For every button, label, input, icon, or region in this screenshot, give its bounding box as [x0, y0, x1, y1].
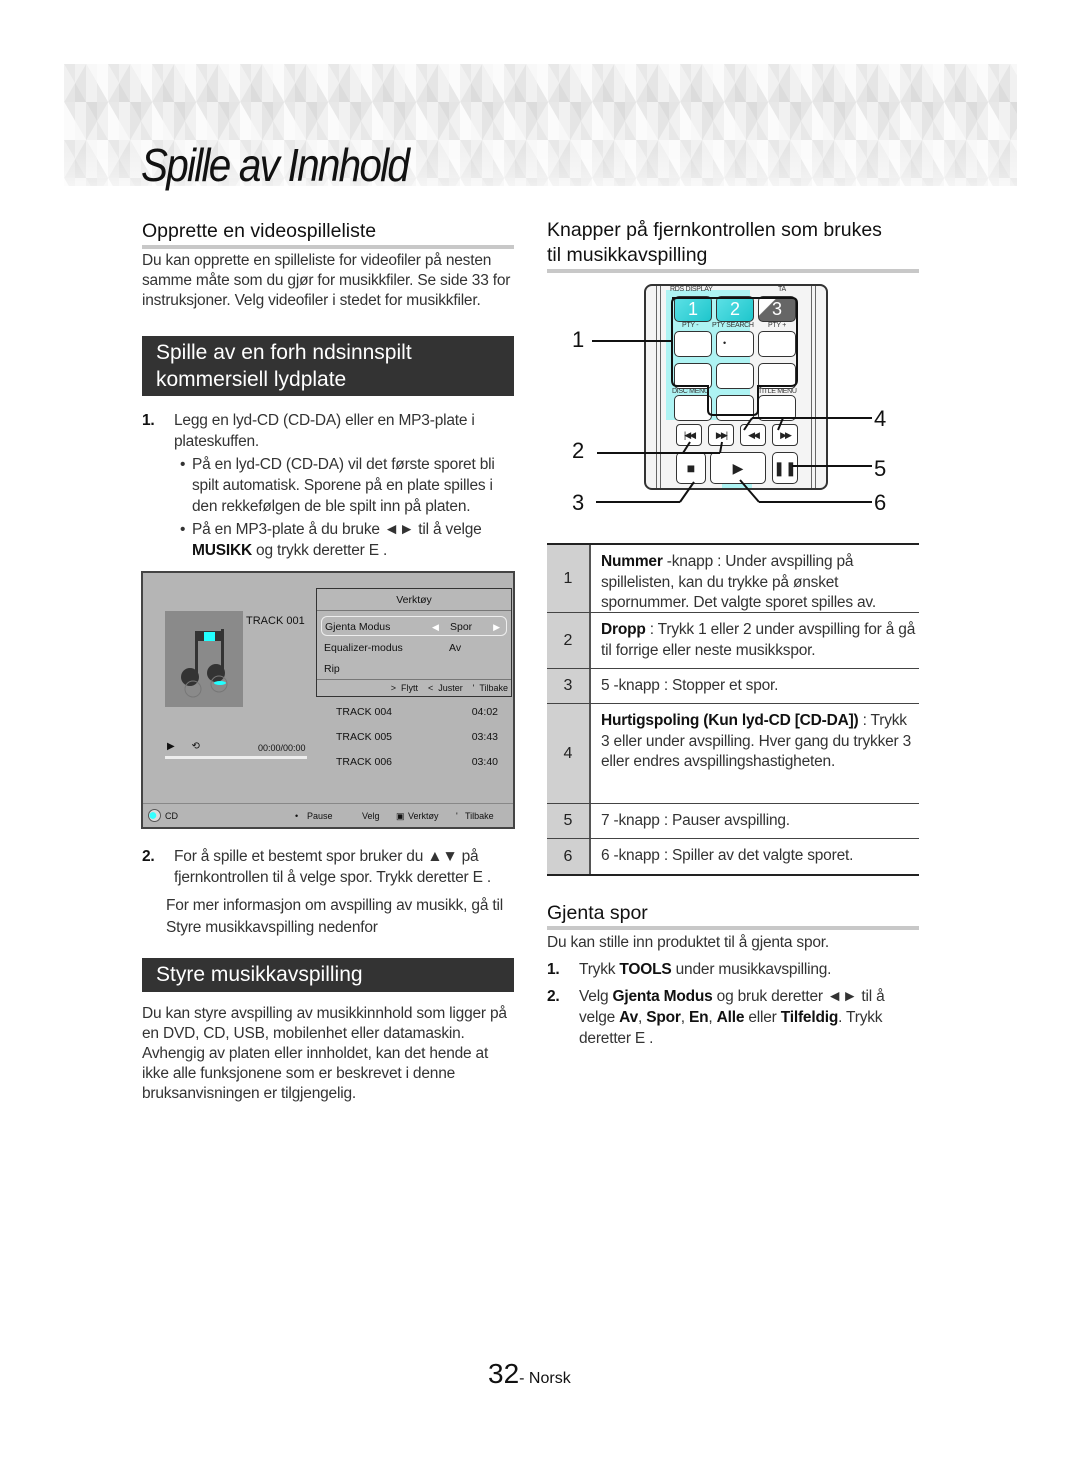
remote-buttons-table: 1 Nummer -knapp : Under avspilling på sp…: [547, 543, 919, 876]
row-text: Hurtigspoling (Kun lyd-CD [CD-DA]) : Try…: [591, 704, 919, 803]
row-text-bold: Dropp: [601, 621, 646, 638]
row-number: 6: [547, 839, 591, 874]
row-number: 2: [547, 613, 591, 668]
callout-line-2: [719, 441, 723, 454]
callout-number-1: 1: [572, 327, 585, 352]
page-language: - Norsk: [519, 1370, 571, 1387]
step-text-bold: En: [688, 1009, 709, 1026]
step-text-part: ,: [680, 1009, 689, 1026]
row-text: 7 -knapp : Pauser avspilling.: [591, 804, 919, 838]
callout-number-6: 6: [874, 490, 887, 515]
row-text-body: 5 -knapp : Stopper et spor.: [601, 677, 779, 694]
table-row: 4 Hurtigspoling (Kun lyd-CD [CD-DA]) : T…: [547, 704, 919, 804]
step-text-part: eller: [744, 1009, 781, 1026]
heading-rule: [547, 926, 919, 930]
row-number: 1: [547, 545, 591, 612]
table-row: 3 5 -knapp : Stopper et spor.: [547, 669, 919, 704]
step-text: Trykk TOOLS under musikkavspilling.: [579, 959, 917, 980]
step-text-part: ,: [638, 1009, 647, 1026]
number-buttons-outline: [671, 297, 798, 416]
table-row: 2 Dropp : Trykk 1 eller 2 under avspilli…: [547, 613, 919, 669]
step-text-bold: Tilfeldig: [780, 1009, 839, 1026]
row-text: 6 -knapp : Spiller av det valgte sporet.: [591, 839, 919, 874]
step-text-bold: TOOLS: [619, 961, 672, 978]
table-row: 5 7 -knapp : Pauser avspilling.: [547, 804, 919, 839]
step-number: 1.: [547, 961, 560, 978]
table-row: 1 Nummer -knapp : Under avspilling på sp…: [547, 545, 919, 613]
row-text: Dropp : Trykk 1 eller 2 under avspilling…: [591, 613, 919, 668]
repeat-step-2: 2. Velg Gjenta Modus og bruk deretter ◄►…: [547, 986, 917, 1049]
row-text-bold: Nummer: [601, 553, 663, 570]
row-text: Nummer -knapp : Under avspilling på spil…: [591, 545, 919, 612]
callout-number-5: 5: [874, 456, 887, 481]
row-number: 5: [547, 804, 591, 838]
callout-number-2: 2: [572, 438, 585, 463]
page-number: 32: [488, 1358, 520, 1389]
section-heading-repeat: Gjenta spor: [547, 902, 648, 924]
repeat-step-1: 1. Trykk TOOLS under musikkavspilling.: [547, 959, 917, 981]
row-number: 4: [547, 704, 591, 803]
row-text: 5 -knapp : Stopper et spor.: [591, 669, 919, 703]
callout-line-2: [682, 441, 691, 454]
step-text-bold: Av: [619, 1009, 639, 1026]
callout-line-4: [743, 417, 753, 431]
callout-line-3: [679, 481, 695, 503]
step-text-part: ,: [708, 1009, 717, 1026]
step-text: Velg Gjenta Modus og bruk deretter ◄► ti…: [579, 986, 917, 1049]
page-footer: 32- Norsk: [488, 1358, 571, 1390]
row-text-bold: Hurtigspoling (Kun lyd-CD [CD-DA]): [601, 712, 859, 729]
step-text-bold: Alle: [716, 1009, 745, 1026]
callout-number-3: 3: [572, 490, 585, 515]
callout-line-6: [739, 479, 760, 503]
step-text-pre: Trykk: [579, 961, 620, 978]
row-text-body: 7 -knapp : Pauser avspilling.: [601, 812, 790, 829]
row-number: 3: [547, 669, 591, 703]
step-text-part: Velg: [579, 988, 613, 1005]
row-text-body: : Trykk 1 eller 2 under avspilling for å…: [601, 621, 916, 659]
step-text-post: under musikkavspilling.: [671, 961, 832, 978]
step-number: 2.: [547, 988, 560, 1005]
step-text-bold: Gjenta Modus: [612, 988, 713, 1005]
callout-number-4: 4: [874, 406, 887, 431]
step-text-bold: Spor: [646, 1009, 681, 1026]
table-row: 6 6 -knapp : Spiller av det valgte spore…: [547, 839, 919, 874]
row-text-body: 6 -knapp : Spiller av det valgte sporet.: [601, 847, 854, 864]
repeat-intro: Du kan stille inn produktet til å gjenta…: [547, 934, 830, 951]
callout-line-4: [777, 417, 784, 431]
